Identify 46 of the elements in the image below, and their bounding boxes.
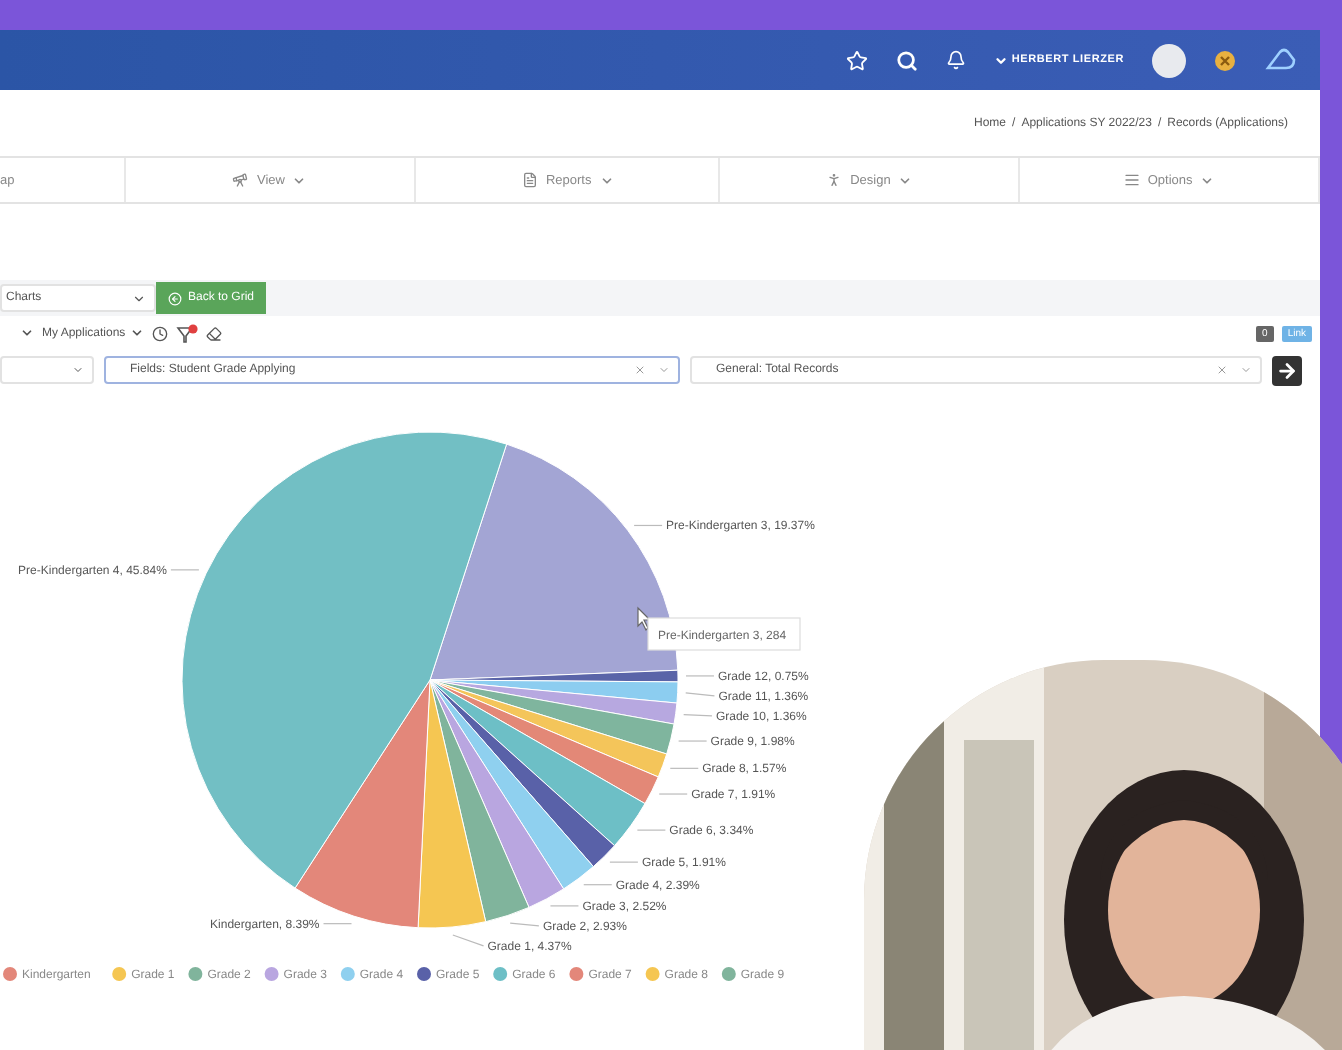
leader-line (509, 922, 540, 927)
lines-icon (1123, 172, 1140, 188)
arrow-icon (1276, 359, 1298, 381)
leader-line (685, 692, 716, 697)
close-icon[interactable] (1214, 49, 1236, 71)
clear-icon[interactable] (634, 364, 646, 376)
logo-icon[interactable] (1264, 48, 1296, 72)
caret-icon (898, 173, 913, 187)
document-icon (521, 172, 538, 188)
leader-line (609, 861, 639, 863)
caret-icon (129, 326, 144, 340)
select-field[interactable] (0, 356, 94, 384)
star-icon[interactable] (845, 49, 868, 71)
filter-icon[interactable] (175, 323, 198, 343)
caret-icon (292, 173, 307, 187)
leader-line (683, 714, 713, 717)
avatar[interactable] (1152, 43, 1186, 77)
search-icon[interactable] (895, 49, 918, 71)
clear-icon[interactable] (1216, 364, 1228, 376)
clock-icon[interactable] (151, 325, 168, 341)
caret-icon (599, 173, 614, 187)
telescope-icon (232, 172, 249, 188)
leader-line (633, 524, 663, 527)
leader-line (678, 740, 708, 742)
leader-line (322, 923, 353, 925)
caret-icon (132, 291, 146, 305)
caret-icon (72, 364, 84, 376)
caret-icon (1200, 173, 1215, 187)
caret-icon[interactable] (20, 326, 34, 340)
back-arrow-icon (168, 291, 182, 305)
leader-line (583, 884, 613, 886)
cursor-icon (637, 606, 652, 631)
leader-line (170, 569, 200, 571)
leader-line (636, 829, 666, 831)
caret-icon (993, 53, 1008, 67)
leader-line (452, 934, 485, 947)
leader-line (685, 675, 715, 677)
leader-line (669, 767, 699, 769)
go-button[interactable] (1272, 355, 1302, 385)
person-icon (826, 172, 843, 188)
caret-icon (1240, 364, 1252, 376)
caret-icon (658, 364, 670, 376)
eraser-icon[interactable] (205, 325, 222, 341)
leader-line (658, 793, 688, 795)
leader-line (549, 905, 580, 907)
bell-icon[interactable] (945, 50, 966, 70)
